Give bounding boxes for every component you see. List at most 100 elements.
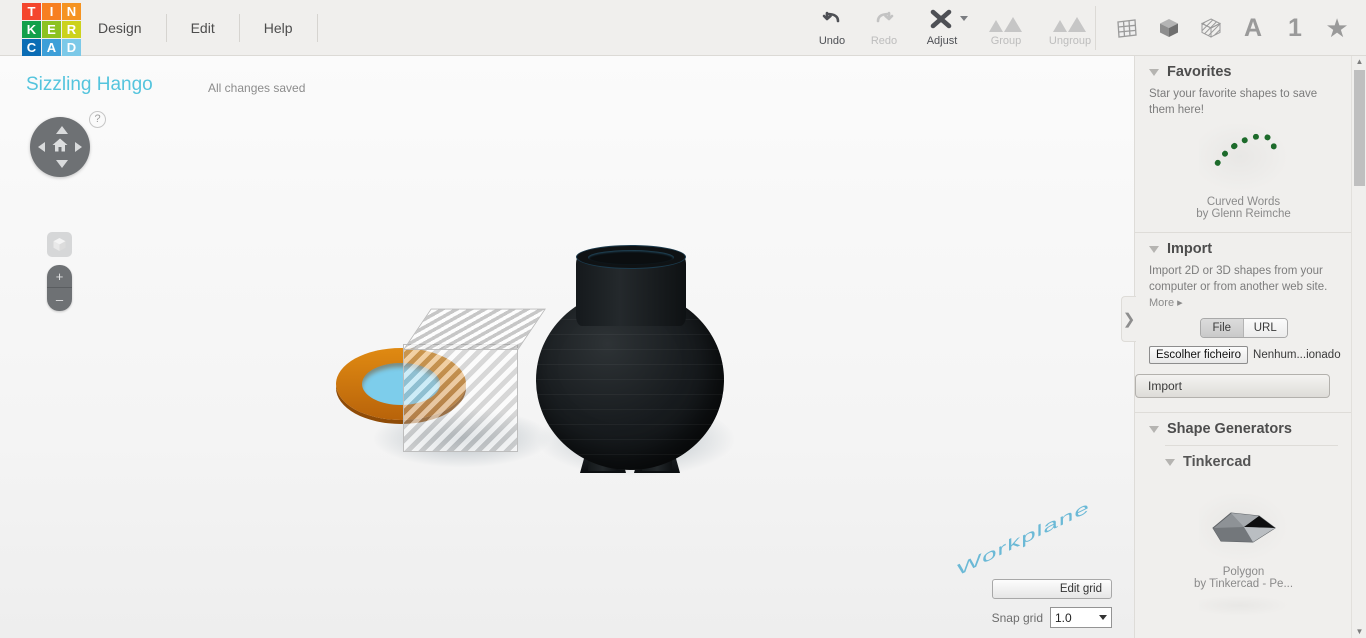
edit-grid-button[interactable]: Edit grid	[991, 579, 1112, 599]
shape-tool-icons: A 1 ★	[1095, 6, 1352, 50]
section-header-favorites[interactable]: Favorites	[1135, 56, 1352, 86]
favorites-description: Star your favorite shapes to save them h…	[1149, 88, 1318, 116]
hole-cube-icon[interactable]	[1196, 12, 1226, 44]
nav-right-arrow-icon[interactable]	[75, 142, 82, 152]
triangle-down-icon	[1165, 458, 1175, 466]
logo-tile-k: K	[22, 21, 41, 38]
logo-tile-n: N	[62, 3, 81, 20]
nav-left-arrow-icon[interactable]	[38, 142, 45, 152]
save-status: All changes saved	[208, 81, 306, 95]
ungroup-icon	[1038, 8, 1102, 34]
snap-grid-select[interactable]: 1.0	[1050, 607, 1112, 628]
solid-cube-icon[interactable]	[1154, 12, 1184, 44]
group-button[interactable]: Group	[974, 2, 1038, 47]
adjust-button[interactable]: Adjust	[910, 2, 974, 47]
section-title-favorites: Favorites	[1167, 64, 1232, 80]
shape-name: Curved Words	[1206, 196, 1281, 208]
curved-words-thumbnail	[1198, 122, 1289, 198]
shapes-panel: ❯ Favorites Star your favorite shapes to…	[1121, 56, 1366, 638]
logo-tile-e: E	[42, 21, 61, 38]
more-label: More	[1149, 297, 1175, 309]
subsection-header-tinkercad[interactable]: Tinkercad	[1135, 446, 1352, 476]
redo-icon	[858, 8, 910, 34]
fit-view-button[interactable]	[47, 232, 72, 257]
box-top-face	[403, 308, 546, 350]
curved-text-arc-icon	[1201, 122, 1286, 198]
edit-toolbar: Undo Redo Adjust Group Ungroup	[806, 2, 1102, 54]
panel-collapse-tab[interactable]: ❯	[1121, 296, 1136, 342]
ungroup-label: Ungroup	[1048, 35, 1092, 47]
section-title-import: Import	[1167, 241, 1213, 257]
tinkercad-logo[interactable]: T I N K E R C A D	[22, 3, 81, 56]
undo-label: Undo	[818, 35, 846, 47]
undo-button[interactable]: Undo	[806, 2, 858, 47]
object-transparent-box[interactable]	[403, 304, 546, 452]
undo-icon	[806, 8, 858, 34]
workplane-icon[interactable]	[1112, 12, 1142, 44]
logo-tile-i: I	[42, 3, 61, 20]
box-front-face	[403, 344, 518, 452]
zoom-in-button[interactable]: +	[47, 265, 72, 288]
number-tool-icon[interactable]: 1	[1280, 12, 1310, 44]
import-description: Import 2D or 3D shapes from your compute…	[1149, 265, 1328, 293]
nav-up-arrow-icon[interactable]	[56, 126, 68, 134]
zoom-control[interactable]: + –	[47, 265, 72, 311]
tab-file[interactable]: File	[1200, 319, 1243, 337]
shape-author: by Tinkercad - Pe...	[1193, 578, 1294, 590]
scrollbar-thumb[interactable]	[1354, 70, 1365, 186]
shape-author: by Glenn Reimche	[1196, 208, 1291, 220]
shape-card-curved-words[interactable]: Curved Words by Glenn Reimche	[1135, 118, 1352, 224]
workplane-label: Workplane	[957, 496, 1090, 580]
logo-tile-t: T	[22, 3, 41, 20]
shape-card-next-partial[interactable]	[1135, 594, 1352, 620]
choose-file-button[interactable]: Escolher ficheiro	[1149, 346, 1249, 364]
main-menu: Design Edit Help	[94, 0, 318, 56]
subsection-title-tinkercad: Tinkercad	[1183, 454, 1252, 470]
menu-item-help[interactable]: Help	[240, 14, 318, 42]
section-header-import[interactable]: Import	[1135, 233, 1352, 263]
text-tool-icon[interactable]: A	[1238, 12, 1268, 44]
shape-card-polygon[interactable]: Polygon by Tinkercad - Pe...	[1135, 476, 1352, 594]
home-view-icon[interactable]	[52, 138, 69, 157]
zoom-out-button[interactable]: –	[47, 288, 72, 311]
next-shape-thumbnail-partial	[1198, 596, 1289, 616]
import-more-link[interactable]: More ▸	[1135, 295, 1352, 310]
logo-tile-a: A	[42, 39, 61, 56]
menu-item-edit[interactable]: Edit	[167, 14, 240, 42]
file-chooser-row: Escolher ficheiro Nenhum...ionado	[1135, 338, 1352, 364]
redo-button[interactable]: Redo	[858, 2, 910, 47]
import-source-tabs: File URL	[1199, 318, 1288, 338]
logo-tile-r: R	[62, 21, 81, 38]
object-cauldron[interactable]	[530, 242, 730, 473]
polygon-shape-icon	[1209, 508, 1279, 550]
snap-grid-value: 1.0	[1055, 610, 1072, 625]
adjust-dropdown-caret[interactable]	[960, 16, 968, 21]
triangle-down-icon	[1149, 425, 1159, 433]
menu-item-design[interactable]: Design	[94, 14, 167, 42]
section-header-shape-generators[interactable]: Shape Generators	[1135, 413, 1352, 443]
cauldron-rim-opening	[588, 250, 674, 265]
grid-controls: Edit grid Snap grid 1.0	[991, 579, 1112, 628]
chevron-down-icon	[1099, 615, 1107, 620]
favorites-star-icon[interactable]: ★	[1322, 12, 1352, 44]
help-button[interactable]: ?	[89, 111, 106, 128]
logo-tile-c: C	[22, 39, 41, 56]
logo-tile-d: D	[62, 39, 81, 56]
panel-scrollbar[interactable]: ▲ ▼	[1351, 56, 1366, 638]
polygon-thumbnail	[1198, 494, 1289, 562]
ungroup-button[interactable]: Ungroup	[1038, 2, 1102, 47]
import-button[interactable]: Import	[1135, 374, 1330, 398]
3d-canvas[interactable]: Workplane Sizzling Hango All changes sav…	[0, 56, 1134, 638]
scroll-up-arrow-icon[interactable]: ▲	[1352, 56, 1366, 68]
group-label: Group	[990, 35, 1022, 47]
tab-url[interactable]: URL	[1243, 319, 1287, 337]
scroll-down-arrow-icon[interactable]: ▼	[1352, 626, 1366, 638]
snap-grid-row: Snap grid 1.0	[992, 607, 1112, 628]
nav-down-arrow-icon[interactable]	[56, 160, 68, 168]
group-icon	[974, 8, 1038, 34]
chosen-file-name: Nenhum...ionado	[1253, 349, 1341, 361]
view-navigation-pad[interactable]	[30, 117, 90, 177]
top-bar: T I N K E R C A D Design Edit Help Undo …	[0, 0, 1366, 56]
design-title[interactable]: Sizzling Hango	[26, 74, 153, 96]
adjust-icon	[910, 8, 974, 34]
